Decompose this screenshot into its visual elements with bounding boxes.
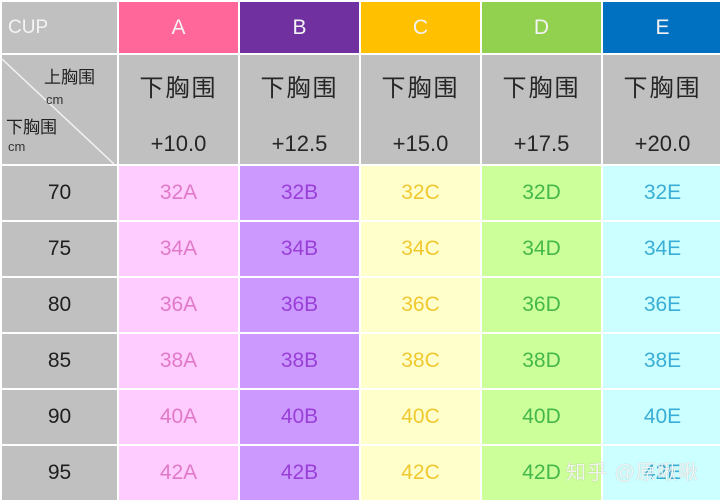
size-cell: 34C	[359, 220, 482, 278]
underbust-value: 75	[0, 220, 119, 278]
table-row: 90 40A 40B 40C 40D 40E	[0, 388, 720, 446]
cup-label: CUP	[0, 0, 119, 55]
size-cell: 42A	[117, 444, 240, 502]
cup-header-row: CUP ABCDE	[0, 0, 720, 55]
cup-header-a: A	[117, 0, 240, 55]
size-cell: 40A	[117, 388, 240, 446]
cup-offset-cell-b: 下胸围 +12.5	[238, 53, 361, 166]
size-cell: 42C	[359, 444, 482, 502]
underbust-plus-label: 下胸围	[381, 75, 460, 102]
cup-offset-cell-e: 下胸围 +20.0	[601, 53, 720, 166]
underbust-plus-label: 下胸围	[623, 75, 702, 102]
cup-header-b: B	[238, 0, 361, 55]
offset-header-row: 上胸围 cm 下胸围 cm 下胸围 +10.0 下胸围 +12.5 下胸围 +15.0 下胸…	[0, 53, 720, 166]
underbust-value: 85	[0, 332, 119, 390]
size-cell: 34E	[601, 220, 720, 278]
size-cell: 36E	[601, 276, 720, 334]
cup-offset-value: +12.5	[271, 131, 328, 156]
size-cell: 34A	[117, 220, 240, 278]
underbust-unit: cm	[8, 139, 26, 154]
cup-header-e: E	[601, 0, 720, 55]
size-cell: 34B	[238, 220, 361, 278]
cup-header-c: C	[359, 0, 482, 55]
cup-header-d: D	[480, 0, 603, 55]
size-cell: 32D	[480, 164, 603, 222]
size-cell: 42B	[238, 444, 361, 502]
size-cell: 36B	[238, 276, 361, 334]
size-cell: 32A	[117, 164, 240, 222]
table-row: 70 32A 32B 32C 32D 32E	[0, 164, 720, 222]
cup-offset-cell-a: 下胸围 +10.0	[117, 53, 240, 166]
table-row: 75 34A 34B 34C 34D 34E	[0, 220, 720, 278]
table-row: 80 36A 36B 36C 36D 36E	[0, 276, 720, 334]
size-cell: 38E	[601, 332, 720, 390]
cup-offset-value: +10.0	[150, 131, 207, 156]
size-cell: 38C	[359, 332, 482, 390]
cup-offset-value: +17.5	[513, 131, 570, 156]
table-row: 85 38A 38B 38C 38D 38E	[0, 332, 720, 390]
size-cell: 32C	[359, 164, 482, 222]
underbust-value: 80	[0, 276, 119, 334]
size-cell: 32E	[601, 164, 720, 222]
bust-label: 上胸围	[44, 68, 95, 87]
size-cell: 36A	[117, 276, 240, 334]
cup-offset-cell-d: 下胸围 +17.5	[480, 53, 603, 166]
bra-size-table: CUP ABCDE 上胸围 cm 下胸围 cm 下胸围 +10.0 下胸围 +12.5…	[0, 0, 720, 502]
cup-offset-cell-c: 下胸围 +15.0	[359, 53, 482, 166]
size-cell: 40D	[480, 388, 603, 446]
size-cell: 40E	[601, 388, 720, 446]
underbust-plus-label: 下胸围	[139, 75, 218, 102]
size-cell: 38A	[117, 332, 240, 390]
cup-offset-value: +15.0	[392, 131, 449, 156]
cup-offset-value: +20.0	[634, 131, 691, 156]
underbust-value: 95	[0, 444, 119, 502]
underbust-value: 70	[0, 164, 119, 222]
size-cell: 38D	[480, 332, 603, 390]
underbust-plus-label: 下胸围	[502, 75, 581, 102]
bust-unit: cm	[46, 92, 64, 107]
size-cell: 38B	[238, 332, 361, 390]
underbust-plus-label: 下胸围	[260, 75, 339, 102]
corner-cell: 上胸围 cm 下胸围 cm	[0, 53, 119, 166]
size-cell: 32B	[238, 164, 361, 222]
underbust-value: 90	[0, 388, 119, 446]
underbust-label: 下胸围	[6, 118, 57, 137]
size-cell: 34D	[480, 220, 603, 278]
size-cell: 36D	[480, 276, 603, 334]
size-cell: 40B	[238, 388, 361, 446]
watermark: 知乎 @原啾啾	[566, 462, 699, 484]
size-cell: 40C	[359, 388, 482, 446]
size-cell: 36C	[359, 276, 482, 334]
